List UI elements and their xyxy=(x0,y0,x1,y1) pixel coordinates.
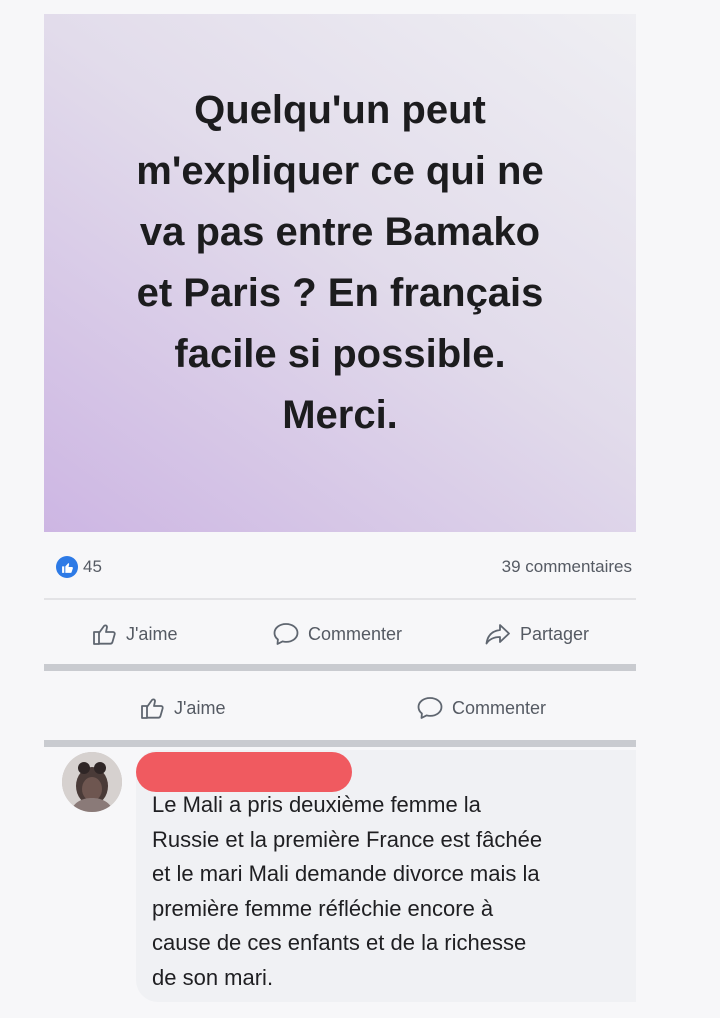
comment-icon xyxy=(272,621,300,647)
thumbs-up-icon xyxy=(140,696,166,720)
comment-line: cause de ces enfants et de la richesse xyxy=(152,930,527,955)
like-button[interactable]: J'aime xyxy=(92,622,177,646)
shared-post-actions: J'aime Commenter xyxy=(44,686,636,730)
post-line: Merci. xyxy=(282,393,398,437)
post-line: facile si possible. xyxy=(174,332,506,376)
post-line: Quelqu'un peut xyxy=(194,88,486,132)
screenshot-page: Quelqu'un peut m'expliquer ce qui ne va … xyxy=(0,0,720,1018)
share-icon xyxy=(484,622,512,646)
comment-button[interactable]: Commenter xyxy=(272,621,402,647)
comments-count[interactable]: 39 commentaires xyxy=(502,557,632,577)
comment-text: Le Mali a pris deuxième femme la Russie … xyxy=(152,788,632,995)
post-line: va pas entre Bamako xyxy=(139,210,541,254)
comment-line: et le mari Mali demande divorce mais la xyxy=(152,861,540,886)
thumbs-up-icon xyxy=(92,622,118,646)
reactions-summary: 45 39 commentaires xyxy=(56,552,632,582)
post-text-card: Quelqu'un peut m'expliquer ce qui ne va … xyxy=(44,14,636,532)
comment-line: Russie et la première France est fâchée xyxy=(152,826,543,852)
like-reaction-icon xyxy=(56,556,78,578)
post-line: m'expliquer ce qui ne xyxy=(136,149,544,193)
section-divider xyxy=(44,664,636,671)
like-count[interactable]: 45 xyxy=(56,556,102,578)
like-count-value: 45 xyxy=(83,557,102,576)
like-button-label: J'aime xyxy=(126,623,178,644)
comment-line: de son mari. xyxy=(152,964,274,990)
comment-button-secondary[interactable]: Commenter xyxy=(416,695,546,721)
divider xyxy=(44,598,636,600)
comment-button-label: Commenter xyxy=(452,697,547,718)
post-text: Quelqu'un peut m'expliquer ce qui ne va … xyxy=(80,80,600,446)
section-divider xyxy=(44,740,636,747)
like-button-secondary[interactable]: J'aime xyxy=(140,696,225,720)
like-button-label: J'aime xyxy=(174,697,226,718)
comment-line: Le Mali a pris deuxième femme la xyxy=(152,792,481,817)
share-button-label: Partager xyxy=(520,623,590,644)
comment: Le Mali a pris deuxième femme la Russie … xyxy=(44,748,636,1010)
share-button[interactable]: Partager xyxy=(484,622,589,646)
post-actions: J'aime Commenter Partager xyxy=(44,612,636,656)
redacted-commenter-name xyxy=(136,752,352,792)
comment-button-label: Commenter xyxy=(308,623,403,644)
comment-line: première femme réfléchie encore à xyxy=(152,895,494,921)
commenter-avatar[interactable] xyxy=(62,752,122,812)
post-line: et Paris ? En français xyxy=(136,271,544,315)
comment-icon xyxy=(416,695,444,721)
